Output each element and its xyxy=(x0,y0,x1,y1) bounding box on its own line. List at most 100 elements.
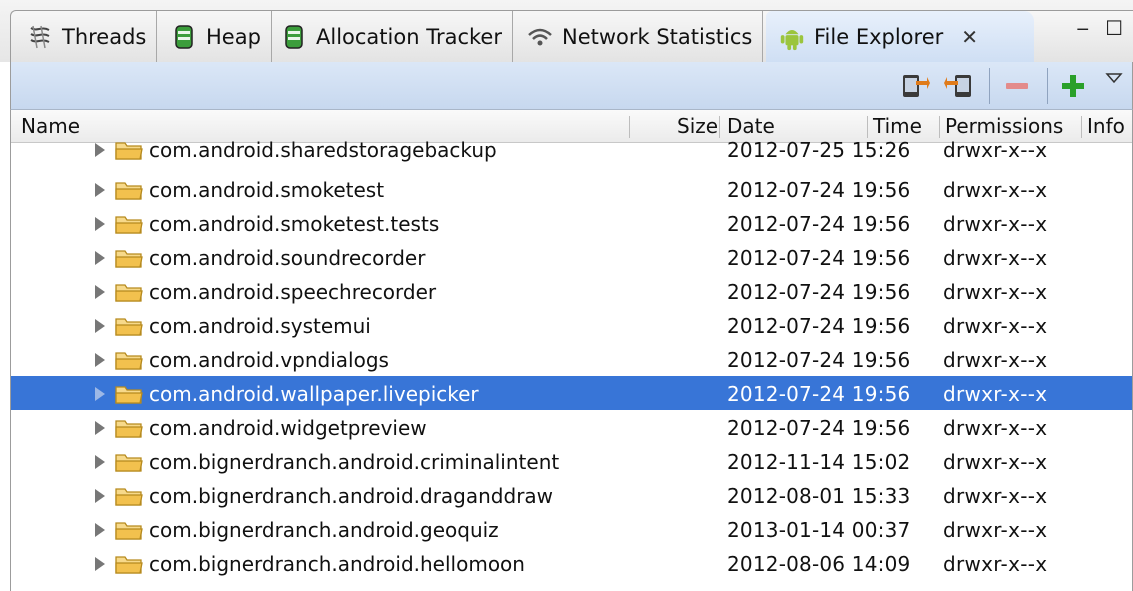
time-cell: 19:56 xyxy=(851,348,911,372)
expand-arrow-icon[interactable] xyxy=(95,319,105,333)
file-tree-rows: com.android.sharedstoragebackup 2012-07-2… xyxy=(11,138,1132,580)
folder-name: com.bignerdranch.android.hellomoon xyxy=(149,552,525,576)
permissions-cell: drwxr-x--x xyxy=(943,138,1048,162)
expand-arrow-icon[interactable] xyxy=(95,143,105,157)
expand-arrow-icon[interactable] xyxy=(95,455,105,469)
file-explorer-toolbar xyxy=(10,62,1133,110)
table-row[interactable]: com.bignerdranch.android.criminalintent 2… xyxy=(11,444,1132,478)
date-time-cell: 2012-08-01 15:33 xyxy=(727,484,910,508)
folder-icon xyxy=(115,284,143,302)
expand-arrow-icon[interactable] xyxy=(95,183,105,197)
maximize-view-button[interactable]: ☐ xyxy=(1105,18,1123,38)
time-cell: 19:56 xyxy=(851,416,911,440)
name-cell: com.bignerdranch.android.geoquiz xyxy=(95,518,499,542)
table-row[interactable]: com.bignerdranch.android.draganddraw 2012… xyxy=(11,478,1132,512)
folder-name: com.android.smoketest.tests xyxy=(149,212,440,236)
table-row[interactable]: com.android.vpndialogs 2012-07-24 19:56 dr… xyxy=(11,342,1132,376)
name-cell: com.android.vpndialogs xyxy=(95,348,389,372)
push-file-button[interactable] xyxy=(943,70,975,102)
date-time-cell: 2012-11-14 15:02 xyxy=(727,450,910,474)
expand-arrow-icon[interactable] xyxy=(95,353,105,367)
table-row[interactable]: com.android.systemui 2012-07-24 19:56 drwx… xyxy=(11,308,1132,342)
heap-icon xyxy=(170,23,198,51)
time-cell: 19:56 xyxy=(851,178,911,202)
time-cell: 19:56 xyxy=(851,212,911,236)
folder-name: com.android.sharedstoragebackup xyxy=(149,138,497,162)
tab-threads[interactable]: Threads xyxy=(14,11,158,62)
date-time-cell: 2012-07-24 19:56 xyxy=(727,212,910,236)
tab-network-statistics[interactable]: Network Statistics xyxy=(514,11,764,62)
name-cell: com.android.speechrecorder xyxy=(95,280,436,304)
tab-allocation-tracker[interactable]: Allocation Tracker xyxy=(268,11,513,62)
expand-arrow-icon[interactable] xyxy=(95,489,105,503)
date-cell: 2013-01-14 xyxy=(727,518,846,542)
folder-name: com.android.widgetpreview xyxy=(149,416,427,440)
minimize-view-button[interactable]: ‒ xyxy=(1076,18,1089,38)
folder-name: com.bignerdranch.android.geoquiz xyxy=(149,518,499,542)
file-tree-table: Name Size Date Time Permissions Info com… xyxy=(10,110,1133,591)
time-cell: 19:56 xyxy=(851,314,911,338)
permissions-cell: drwxr-x--x xyxy=(943,280,1048,304)
tab-network-statistics-label: Network Statistics xyxy=(562,24,753,49)
table-row[interactable]: com.android.widgetpreview 2012-07-24 19:5… xyxy=(11,410,1132,444)
time-cell: 00:37 xyxy=(851,518,911,542)
date-cell: 2012-07-24 xyxy=(727,348,846,372)
expand-arrow-icon[interactable] xyxy=(95,387,105,401)
tab-file-explorer[interactable]: File Explorer ✕ xyxy=(766,11,1034,62)
expand-arrow-icon[interactable] xyxy=(95,421,105,435)
date-cell: 2012-07-24 xyxy=(727,382,846,406)
name-cell: com.bignerdranch.android.criminalintent xyxy=(95,450,559,474)
date-time-cell: 2012-07-24 19:56 xyxy=(727,314,910,338)
folder-name: com.android.smoketest xyxy=(149,178,385,202)
folder-name: com.bignerdranch.android.criminalintent xyxy=(149,450,560,474)
tab-heap[interactable]: Heap xyxy=(158,11,272,62)
date-cell: 2012-07-25 xyxy=(727,138,846,162)
folder-icon xyxy=(115,420,143,438)
time-cell: 19:56 xyxy=(851,382,911,406)
folder-icon xyxy=(115,352,143,370)
expand-arrow-icon[interactable] xyxy=(95,285,105,299)
expand-arrow-icon[interactable] xyxy=(95,523,105,537)
folder-icon xyxy=(115,454,143,472)
folder-icon xyxy=(115,216,143,234)
name-cell: com.android.wallpaper.livepicker xyxy=(95,382,479,406)
table-row[interactable]: com.android.speechrecorder 2012-07-24 19:… xyxy=(11,274,1132,308)
expand-arrow-icon[interactable] xyxy=(95,217,105,231)
wifi-icon xyxy=(526,23,554,51)
tab-file-explorer-label: File Explorer xyxy=(814,24,944,49)
date-time-cell: 2012-07-24 19:56 xyxy=(727,280,910,304)
delete-button[interactable] xyxy=(1001,70,1033,102)
toolbar-separator xyxy=(989,68,990,104)
expand-arrow-icon[interactable] xyxy=(95,251,105,265)
table-row[interactable]: com.bignerdranch.android.geoquiz 2013-01-… xyxy=(11,512,1132,546)
pull-file-icon xyxy=(903,75,930,97)
permissions-cell: drwxr-x--x xyxy=(943,382,1048,406)
folder-icon xyxy=(115,386,143,404)
date-time-cell: 2012-08-06 14:09 xyxy=(727,552,910,576)
table-row-selected[interactable]: com.android.wallpaper.livepicker 2012-07-… xyxy=(11,376,1132,410)
folder-icon xyxy=(115,142,143,160)
table-row[interactable]: com.bignerdranch.android.hellomoon 2012-0… xyxy=(11,546,1132,580)
threads-icon xyxy=(26,23,54,51)
time-cell: 15:33 xyxy=(851,484,911,508)
pull-file-button[interactable] xyxy=(899,70,931,102)
date-time-cell: 2012-07-25 15:26 xyxy=(727,138,910,162)
close-tab-icon[interactable]: ✕ xyxy=(961,25,978,49)
new-folder-button[interactable] xyxy=(1057,70,1089,102)
permissions-cell: drwxr-x--x xyxy=(943,484,1048,508)
table-row[interactable]: com.android.smoketest.tests 2012-07-24 19… xyxy=(11,206,1132,240)
date-cell: 2012-08-06 xyxy=(727,552,846,576)
name-cell: com.android.smoketest.tests xyxy=(95,212,439,236)
date-time-cell: 2012-07-24 19:56 xyxy=(727,348,910,372)
folder-icon xyxy=(115,556,143,574)
table-row[interactable]: com.android.sharedstoragebackup 2012-07-2… xyxy=(11,132,1132,166)
time-cell: 15:02 xyxy=(851,450,911,474)
table-row[interactable]: com.android.soundrecorder 2012-07-24 19:5… xyxy=(11,240,1132,274)
add-icon xyxy=(1062,75,1084,97)
date-time-cell: 2012-07-24 19:56 xyxy=(727,382,910,406)
date-time-cell: 2012-07-24 19:56 xyxy=(727,246,910,270)
view-menu-button[interactable] xyxy=(1099,62,1129,94)
expand-arrow-icon[interactable] xyxy=(95,557,105,571)
table-row[interactable]: com.android.smoketest 2012-07-24 19:56 drw… xyxy=(11,172,1132,206)
tab-allocation-tracker-label: Allocation Tracker xyxy=(316,24,502,49)
